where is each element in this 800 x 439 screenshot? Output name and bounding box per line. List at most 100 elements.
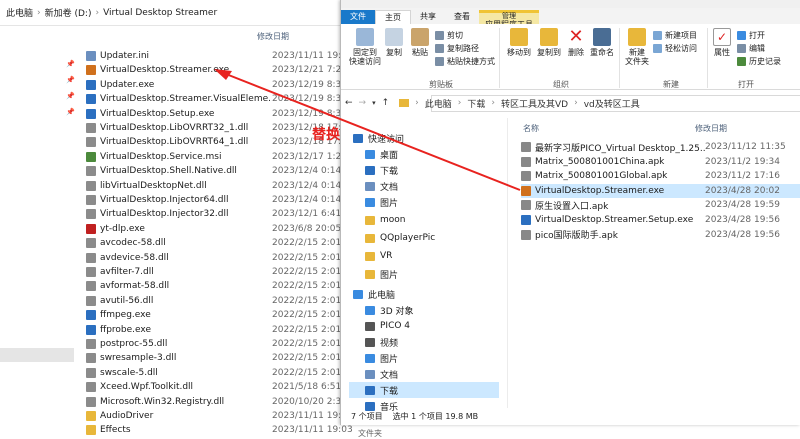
up-arrow-icon[interactable]: ↑: [382, 98, 390, 108]
nav-item[interactable]: 图片: [349, 266, 499, 282]
nav-item[interactable]: 文档: [349, 366, 499, 382]
paste-button[interactable]: 粘贴: [409, 28, 431, 57]
right-file-row[interactable]: Matrix_500801001China.apk 2023/11/2 19:34: [521, 155, 800, 169]
open-button[interactable]: 打开: [737, 30, 765, 41]
address-crumb[interactable]: 此电脑: [425, 97, 452, 110]
right-file-row[interactable]: 原生设置入口.apk 2023/4/28 19:59: [521, 198, 800, 212]
right-file-row[interactable]: VirtualDesktop.Streamer.Setup.exe 2023/4/…: [521, 213, 800, 227]
date-column-header[interactable]: 修改日期: [257, 31, 289, 42]
left-file-row[interactable]: ffprobe.exe 2022/2/15 2:01: [86, 323, 352, 337]
left-file-row[interactable]: avformat-58.dll 2022/2/15 2:01: [86, 279, 352, 293]
left-file-row[interactable]: VirtualDesktop.Streamer.VisualEleme... 20…: [86, 92, 352, 106]
nav-item[interactable]: QQplayerPic: [349, 230, 499, 246]
breadcrumb-item[interactable]: 此电脑: [6, 6, 33, 19]
right-file-row[interactable]: Matrix_500801001Global.apk 2023/11/2 17:1…: [521, 169, 800, 183]
nav-item[interactable]: 下载: [349, 382, 499, 398]
back-arrow-icon[interactable]: ←: [345, 98, 353, 108]
history-button[interactable]: 历史记录: [737, 56, 781, 67]
properties-button[interactable]: ✓ 属性: [711, 28, 733, 57]
nav-item[interactable]: PICO 4: [349, 318, 499, 334]
right-file-row[interactable]: pico国际版助手.apk 2023/4/28 19:56: [521, 228, 800, 242]
address-crumb[interactable]: vd及转区工具: [584, 97, 640, 110]
copy-to-button[interactable]: 复制到: [535, 28, 563, 57]
nav-item-label: 下载: [380, 386, 399, 397]
chevron-down-icon[interactable]: ▾: [372, 99, 376, 107]
left-file-row[interactable]: avcodec-58.dll 2022/2/15 2:01: [86, 236, 352, 250]
file-name: Matrix_500801001China.apk: [535, 156, 665, 167]
tab-share[interactable]: 共享: [411, 10, 445, 24]
nav-item-label: VR: [380, 251, 393, 261]
address-crumb[interactable]: 转区工具及其VD: [501, 97, 568, 110]
move-to-button[interactable]: 移动到: [505, 28, 533, 57]
left-file-row[interactable]: VirtualDesktop.Injector32.dll 2023/12/1 6…: [86, 207, 352, 221]
nav-item[interactable]: 图片: [349, 350, 499, 366]
left-file-row[interactable]: yt-dlp.exe 2023/6/8 20:05: [86, 222, 352, 236]
rename-button[interactable]: 重命名: [589, 28, 615, 57]
left-breadcrumb[interactable]: 此电脑 › 新加卷 (D:) › Virtual Desktop Streame…: [0, 0, 340, 26]
left-file-row[interactable]: ffmpeg.exe 2022/2/15 2:01: [86, 308, 352, 322]
delete-button[interactable]: ✕ 删除: [565, 28, 587, 58]
forward-arrow-icon[interactable]: →: [359, 98, 367, 108]
dll-icon: [86, 123, 96, 133]
breadcrumb-item[interactable]: Virtual Desktop Streamer: [103, 8, 217, 18]
left-file-row[interactable]: libVirtualDesktopNet.dll 2023/12/4 0:14: [86, 179, 352, 193]
app-icon: [86, 79, 96, 90]
edit-button[interactable]: 编辑: [737, 43, 765, 54]
left-file-row[interactable]: postproc-55.dll 2022/2/15 2:01: [86, 337, 352, 351]
copy-button[interactable]: 复制: [383, 28, 405, 57]
status-bar: 7 个项目 选中 1 个项目 19.8 MB: [341, 408, 800, 425]
left-file-row[interactable]: swresample-3.dll 2022/2/15 2:01: [86, 351, 352, 365]
nav-item[interactable]: 文档: [349, 178, 499, 194]
file-name: avcodec-58.dll: [100, 238, 166, 249]
nav-item[interactable]: 3D 对象: [349, 302, 499, 318]
left-file-row[interactable]: VirtualDesktop.Service.msi 2023/12/17 1:2…: [86, 150, 352, 164]
copy-path-button[interactable]: 复制路径: [435, 43, 479, 54]
item-count: 7 个项目: [351, 412, 383, 421]
nav-item[interactable]: moon: [349, 212, 499, 228]
tab-view[interactable]: 查看: [445, 10, 479, 24]
nav-item[interactable]: 桌面: [349, 146, 499, 162]
tab-manage-app-tools[interactable]: 管理 应用程序工具: [479, 10, 539, 29]
chevron-right-icon: ›: [491, 98, 496, 108]
nav-item[interactable]: 图片: [349, 194, 499, 210]
nav-item[interactable]: 此电脑: [349, 286, 499, 302]
left-file-row[interactable]: Microsoft.Win32.Registry.dll 2020/10/20 2…: [86, 395, 352, 409]
left-file-row[interactable]: Updater.exe 2023/12/19 8:38: [86, 78, 352, 92]
breadcrumb-item[interactable]: 新加卷 (D:): [45, 6, 92, 19]
left-file-row[interactable]: Updater.ini 2023/11/11 19:03: [86, 49, 352, 63]
left-file-row[interactable]: Effects 2023/11/11 19:03: [86, 423, 352, 437]
left-file-row[interactable]: Xceed.Wpf.Toolkit.dll 2021/5/18 6:51: [86, 380, 352, 394]
address-crumb[interactable]: 下载: [467, 97, 485, 110]
tab-home[interactable]: 主页: [375, 10, 411, 24]
left-file-row[interactable]: AudioDriver 2023/11/11 19:03: [86, 409, 352, 423]
left-file-row[interactable]: VirtualDesktop.Setup.exe 2023/12/19 8:38: [86, 107, 352, 121]
left-file-row[interactable]: VirtualDesktop.Streamer.exe 2023/12/21 7:…: [86, 63, 352, 77]
file-name: VirtualDesktop.LibOVRRT64_1.dll: [100, 137, 249, 148]
tab-file[interactable]: 文件: [341, 10, 375, 24]
file-name: ffmpeg.exe: [100, 310, 151, 321]
pin-quick-access-button[interactable]: 固定到 快速访问: [347, 28, 383, 66]
nav-item[interactable]: 视频: [349, 334, 499, 350]
new-item-button[interactable]: 新建项目: [653, 30, 697, 41]
nav-item[interactable]: VR: [349, 248, 499, 264]
new-folder-button[interactable]: 新建 文件夹: [623, 28, 651, 66]
pane-divider: [507, 118, 508, 408]
left-file-row[interactable]: VirtualDesktop.Shell.Native.dll 2023/12/4…: [86, 164, 352, 178]
left-file-row[interactable]: avdevice-58.dll 2022/2/15 2:01: [86, 251, 352, 265]
left-file-row[interactable]: avutil-56.dll 2022/2/15 2:01: [86, 294, 352, 308]
cut-button[interactable]: 剪切: [435, 30, 463, 41]
nav-item[interactable]: 快速访问: [349, 130, 499, 146]
nav-item[interactable]: 下载: [349, 162, 499, 178]
right-file-row[interactable]: 最新字习版PICO_Virtual Desktop_1.25... 2023/11…: [521, 140, 800, 154]
left-file-row[interactable]: avfilter-7.dll 2022/2/15 2:01: [86, 265, 352, 279]
left-file-row[interactable]: swscale-5.dll 2022/2/15 2:01: [86, 366, 352, 380]
paste-shortcut-button[interactable]: 粘贴快捷方式: [435, 56, 495, 67]
name-column-header[interactable]: 名称: [521, 123, 695, 134]
easy-access-button[interactable]: 轻松访问: [653, 43, 697, 54]
right-file-row[interactable]: VirtualDesktop.Streamer.exe 2023/4/28 20:…: [521, 183, 800, 198]
nav-item-label: QQplayerPic: [380, 233, 436, 243]
left-file-row[interactable]: VirtualDesktop.Injector64.dll 2023/12/4 0…: [86, 193, 352, 207]
date-column-header[interactable]: 修改日期: [695, 123, 727, 134]
file-name: avfilter-7.dll: [100, 267, 154, 277]
navigation-pane: 快速访问 桌面 下载 文档 图片 moon QQplayerPic VR 图片 此电脑 3D 对象 P…: [341, 130, 501, 413]
